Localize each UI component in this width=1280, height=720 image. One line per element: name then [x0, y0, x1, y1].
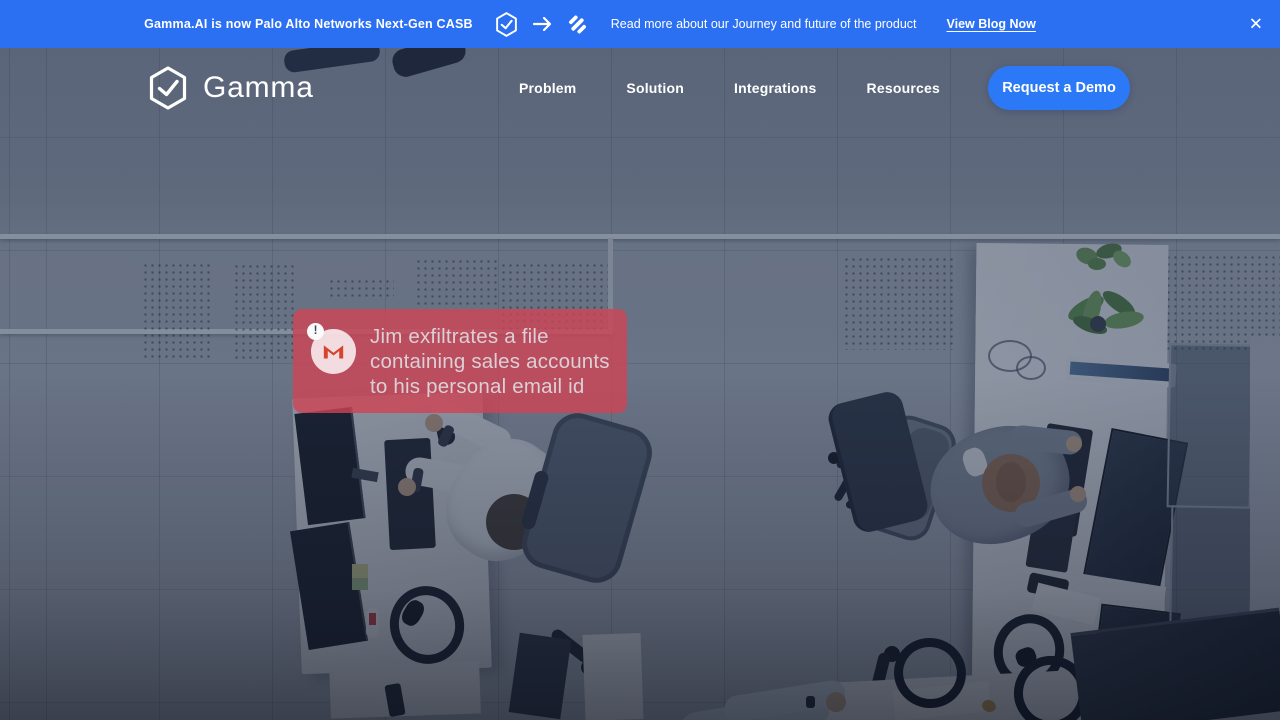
arrow-right-icon	[531, 13, 553, 35]
gamma-logo-icon	[148, 66, 188, 110]
brand-name: Gamma	[203, 71, 314, 105]
nav-item-solution[interactable]: Solution	[626, 80, 684, 96]
gmail-m-icon	[320, 338, 347, 365]
gamma-logo[interactable]: Gamma	[148, 66, 314, 110]
brand-transition-icons	[495, 12, 589, 37]
nav-item-integrations[interactable]: Integrations	[734, 80, 817, 96]
view-blog-link[interactable]: View Blog Now	[947, 17, 1036, 31]
main-nav: Problem Solution Integrations Resources	[519, 48, 940, 128]
gamma-shield-icon	[495, 12, 518, 37]
announcement-text: Gamma.AI is now Palo Alto Networks Next-…	[144, 17, 473, 31]
alert-line: to his personal email id	[370, 374, 610, 399]
alert-text: Jim exfiltrates a file containing sales …	[370, 324, 610, 399]
close-icon[interactable]: ✕	[1249, 16, 1263, 33]
announcement-banner: Gamma.AI is now Palo Alto Networks Next-…	[0, 0, 1280, 48]
banner-read-more-text: Read more about our Journey and future o…	[611, 17, 917, 31]
landing-page: ! Jim exfiltrates a file containing sale…	[0, 0, 1280, 720]
alert-exclamation-badge: !	[307, 323, 324, 340]
announcement-row: Gamma.AI is now Palo Alto Networks Next-…	[144, 12, 1036, 37]
palo-alto-networks-icon	[566, 13, 589, 36]
alert-line: Jim exfiltrates a file	[370, 324, 610, 349]
nav-item-problem[interactable]: Problem	[519, 80, 576, 96]
site-header: Gamma Problem Solution Integrations Reso…	[0, 48, 1280, 128]
nav-item-resources[interactable]: Resources	[867, 80, 940, 96]
exfiltration-alert-card: ! Jim exfiltrates a file containing sale…	[293, 309, 627, 413]
alert-line: containing sales accounts	[370, 349, 610, 374]
request-demo-button[interactable]: Request a Demo	[988, 66, 1130, 110]
